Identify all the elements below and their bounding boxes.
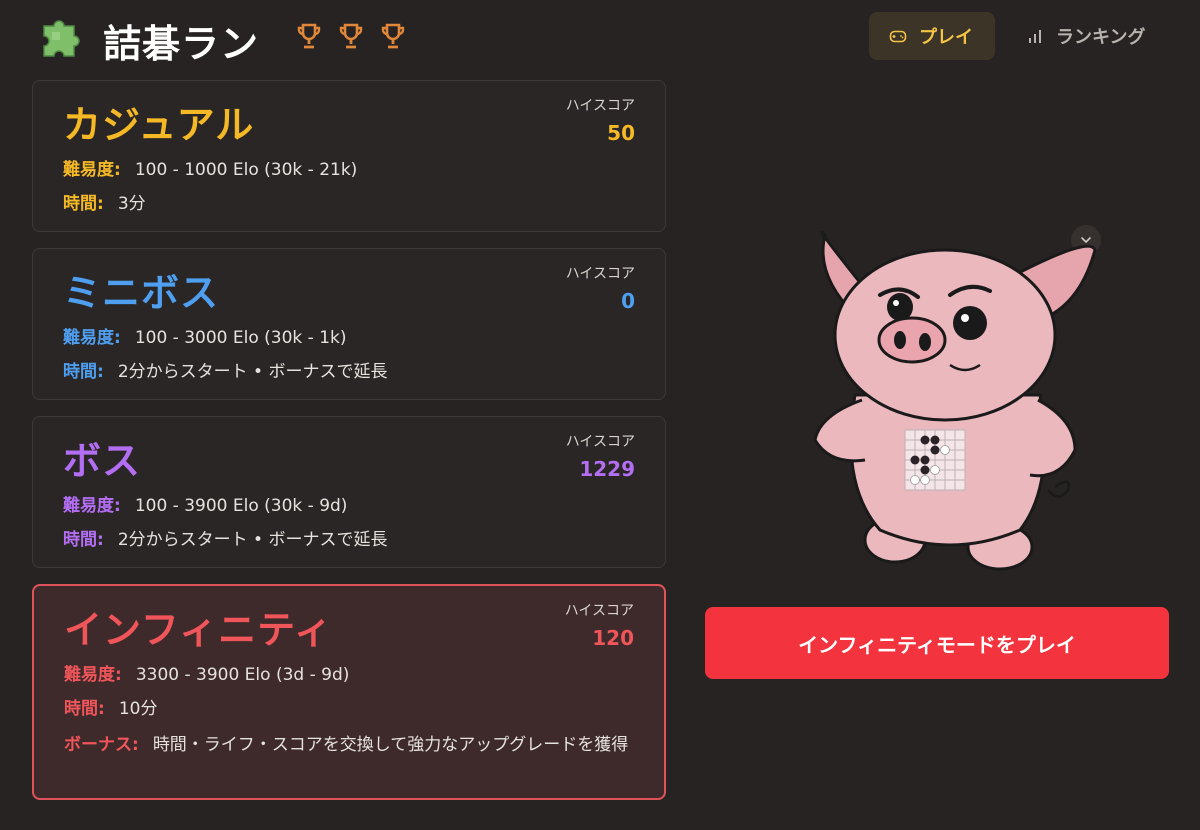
highscore-value: 50 [607, 121, 635, 145]
time-label: 時間: [63, 362, 104, 382]
time-value: 3分 [117, 194, 146, 214]
mode-card-miniboss[interactable]: ミニボス ハイスコア 0 難易度: 100 - 3000 Elo (30k - … [32, 248, 666, 400]
difficulty-value: 3300 - 3900 Elo (3d - 9d) [135, 665, 350, 685]
tab-ranking[interactable]: ランキング [1022, 12, 1172, 60]
trophy-icon [381, 23, 405, 49]
trophy-icon [297, 23, 321, 49]
difficulty-value: 100 - 3900 Elo (30k - 9d) [134, 496, 348, 516]
mode-card-infinity[interactable]: インフィニティ ハイスコア 120 難易度: 3300 - 3900 Elo (… [32, 584, 666, 800]
difficulty-row: 難易度: 100 - 3000 Elo (30k - 1k) [63, 323, 645, 353]
mode-title: カジュアル [63, 103, 255, 147]
tab-play-label: プレイ [919, 27, 973, 48]
trophy-row [296, 22, 406, 52]
highscore-label: ハイスコア [565, 266, 635, 282]
bar-chart-icon [1029, 30, 1041, 43]
difficulty-value: 100 - 3000 Elo (30k - 1k) [134, 328, 347, 348]
difficulty-row: 難易度: 100 - 3900 Elo (30k - 9d) [63, 491, 645, 521]
bonus-label: ボーナス: [64, 735, 139, 755]
puzzle-piece-icon [43, 20, 80, 57]
time-row: 時間: 2分からスタート • ボーナスで延長 [63, 525, 645, 555]
difficulty-row: 難易度: 3300 - 3900 Elo (3d - 9d) [64, 660, 644, 690]
mode-title: ボス [63, 439, 142, 483]
difficulty-label: 難易度: [63, 328, 121, 348]
time-value: 10分 [118, 699, 158, 719]
highscore-value: 0 [621, 289, 635, 313]
pig-mascot-image [813, 231, 1097, 571]
time-value: 2分からスタート • ボーナスで延長 [117, 530, 388, 550]
time-row: 時間: 2分からスタート • ボーナスで延長 [63, 357, 645, 387]
time-label: 時間: [64, 699, 105, 719]
highscore-label: ハイスコア [565, 434, 635, 450]
mode-card-boss[interactable]: ボス ハイスコア 1229 難易度: 100 - 3900 Elo (30k -… [32, 416, 666, 568]
time-row: 時間: 10分 [64, 694, 644, 724]
play-infinity-button[interactable]: インフィニティモードをプレイ [705, 607, 1169, 679]
time-value: 2分からスタート • ボーナスで延長 [117, 362, 388, 382]
highscore-value: 1229 [579, 457, 635, 481]
trophy-icon [339, 23, 363, 49]
difficulty-label: 難易度: [64, 665, 122, 685]
difficulty-row: 難易度: 100 - 1000 Elo (30k - 21k) [63, 155, 645, 185]
time-label: 時間: [63, 194, 104, 214]
difficulty-value: 100 - 1000 Elo (30k - 21k) [134, 160, 358, 180]
bonus-value: 時間・ライフ・スコアを交換して強力なアップグレードを獲得 [152, 735, 629, 755]
time-row: 時間: 3分 [63, 189, 645, 219]
header: 詰碁ラン プレイ ランキング [0, 0, 1200, 76]
highscore-label: ハイスコア [565, 98, 635, 114]
app: 詰碁ラン プレイ ランキング カジュアル ハイスコア 50 難易度: 100 -… [0, 0, 1200, 830]
difficulty-label: 難易度: [63, 496, 121, 516]
bonus-row: ボーナス: 時間・ライフ・スコアを交換して強力なアップグレードを獲得 [64, 730, 644, 760]
mode-card-casual[interactable]: カジュアル ハイスコア 50 難易度: 100 - 1000 Elo (30k … [32, 80, 666, 232]
tab-ranking-label: ランキング [1056, 27, 1146, 48]
app-title: 詰碁ラン [103, 22, 260, 66]
difficulty-label: 難易度: [63, 160, 121, 180]
gamepad-icon [889, 30, 907, 43]
mode-title: ミニボス [63, 271, 220, 315]
tab-play[interactable]: プレイ [869, 12, 995, 60]
time-label: 時間: [63, 530, 104, 550]
mode-title: インフィニティ [64, 608, 333, 652]
highscore-value: 120 [592, 626, 634, 650]
highscore-label: ハイスコア [564, 603, 634, 619]
